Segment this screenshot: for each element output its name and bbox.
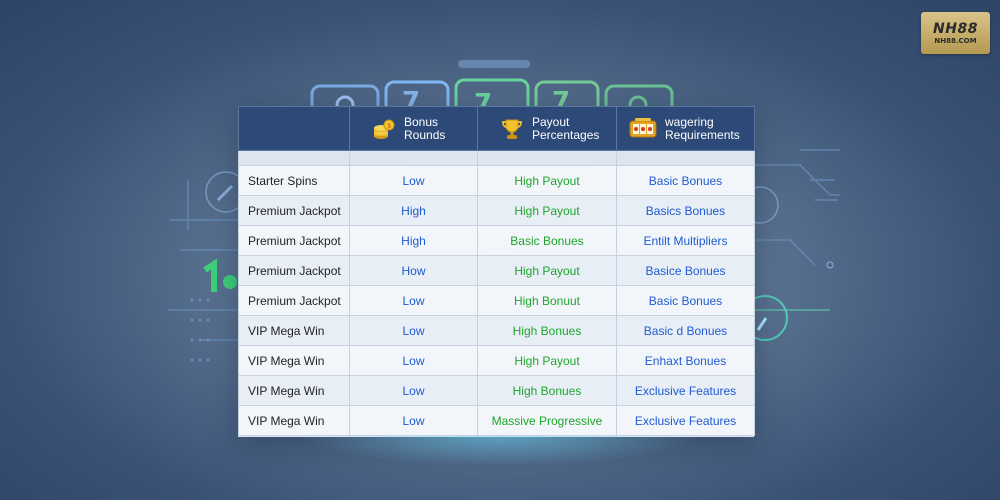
table-row: VIP Mega Win Low High Bonues Basic d Bon… <box>238 315 755 346</box>
logo-url-text: NH88.COM <box>934 36 977 45</box>
cell-wagering: Basic d Bonues <box>616 315 755 346</box>
table-spacer-row <box>238 150 755 166</box>
table-row: Premium Jackpot How High Payout Basice B… <box>238 255 755 286</box>
cell-game-tier: Premium Jackpot <box>238 255 350 286</box>
header-bonus-line2: Rounds <box>404 127 446 142</box>
cell-game-tier: VIP Mega Win <box>238 315 350 346</box>
cell-payout: High Payout <box>477 165 617 196</box>
cell-wagering: Exclusive Features <box>616 405 755 436</box>
trophy-icon <box>502 119 522 139</box>
header-wagering-requirements: wagering Requirements <box>616 106 755 151</box>
cell-payout: High Payout <box>477 195 617 226</box>
header-wagering-line2: Requirements <box>665 127 740 142</box>
comparison-table-panel: $ Bonus Rounds Payout Percentages wageri… <box>238 106 755 437</box>
slot-machine-icon <box>629 117 657 137</box>
cell-wagering: Entilt Multipliers <box>616 225 755 256</box>
cell-bonus-rounds: High <box>349 195 478 226</box>
cell-bonus-rounds: Low <box>349 315 478 346</box>
left-number-decoration <box>203 258 237 292</box>
cell-bonus-rounds: Low <box>349 285 478 316</box>
svg-text:$: $ <box>387 122 391 130</box>
cell-bonus-rounds: Low <box>349 375 478 406</box>
table-row: Premium Jackpot High Basic Bonues Entilt… <box>238 225 755 256</box>
cell-game-tier: Premium Jackpot <box>238 225 350 256</box>
spacer-cell <box>238 150 350 166</box>
cell-payout: Basic Bonues <box>477 225 617 256</box>
coins-icon: $ <box>374 119 395 139</box>
header-payout-percentages: Payout Percentages <box>477 106 617 151</box>
cell-game-tier: VIP Mega Win <box>238 375 350 406</box>
header-payout-line2: Percentages <box>532 127 600 142</box>
logo-text: NH88 <box>933 20 978 37</box>
cell-game-tier: Premium Jackpot <box>238 285 350 316</box>
spacer-cell <box>477 150 617 166</box>
header-bonus-rounds: $ Bonus Rounds <box>349 106 478 151</box>
table-row: Premium Jackpot Low High Bonuut Basic Bo… <box>238 285 755 316</box>
table-row: VIP Mega Win Low Massive Progressive Exc… <box>238 405 755 436</box>
cell-payout: High Payout <box>477 255 617 286</box>
cell-wagering: Basic Bonues <box>616 165 755 196</box>
cell-payout: High Bonues <box>477 315 617 346</box>
cell-payout: High Payout <box>477 345 617 376</box>
cell-game-tier: VIP Mega Win <box>238 345 350 376</box>
cell-bonus-rounds: Low <box>349 345 478 376</box>
cell-wagering: Basic Bonues <box>616 285 755 316</box>
cell-game-tier: Premium Jackpot <box>238 195 350 226</box>
cell-payout: Massive Progressive <box>477 405 617 436</box>
table-glow-decoration <box>300 436 700 466</box>
table-row: Premium Jackpot High High Payout Basics … <box>238 195 755 226</box>
header-wagering-line1: wagering <box>665 114 714 129</box>
spacer-cell <box>349 150 478 166</box>
cell-bonus-rounds: High <box>349 225 478 256</box>
cell-wagering: Enhaxt Bonues <box>616 345 755 376</box>
cell-wagering: Basice Bonues <box>616 255 755 286</box>
table-row: VIP Mega Win Low High Bonues Exclusive F… <box>238 375 755 406</box>
cell-game-tier: VIP Mega Win <box>238 405 350 436</box>
header-payout-line1: Payout <box>532 114 570 129</box>
table-row: Starter Spins Low High Payout Basic Bonu… <box>238 165 755 196</box>
right-gauge-decoration <box>742 261 834 341</box>
cell-wagering: Exclusive Features <box>616 375 755 406</box>
cell-wagering: Basics Bonues <box>616 195 755 226</box>
table-header-row: $ Bonus Rounds Payout Percentages wageri… <box>238 106 755 151</box>
table-row: VIP Mega Win Low High Payout Enhaxt Bonu… <box>238 345 755 376</box>
brand-logo[interactable]: NH88 NH88.COM <box>921 12 990 54</box>
cell-bonus-rounds: Low <box>349 405 478 436</box>
comparison-table: $ Bonus Rounds Payout Percentages wageri… <box>238 106 755 436</box>
cell-bonus-rounds: How <box>349 255 478 286</box>
spacer-cell <box>616 150 755 166</box>
cell-bonus-rounds: Low <box>349 165 478 196</box>
cell-payout: High Bonuut <box>477 285 617 316</box>
cell-game-tier: Starter Spins <box>238 165 350 196</box>
header-bonus-line1: Bonus <box>404 114 439 129</box>
header-empty <box>238 106 350 151</box>
cell-payout: High Bonues <box>477 375 617 406</box>
